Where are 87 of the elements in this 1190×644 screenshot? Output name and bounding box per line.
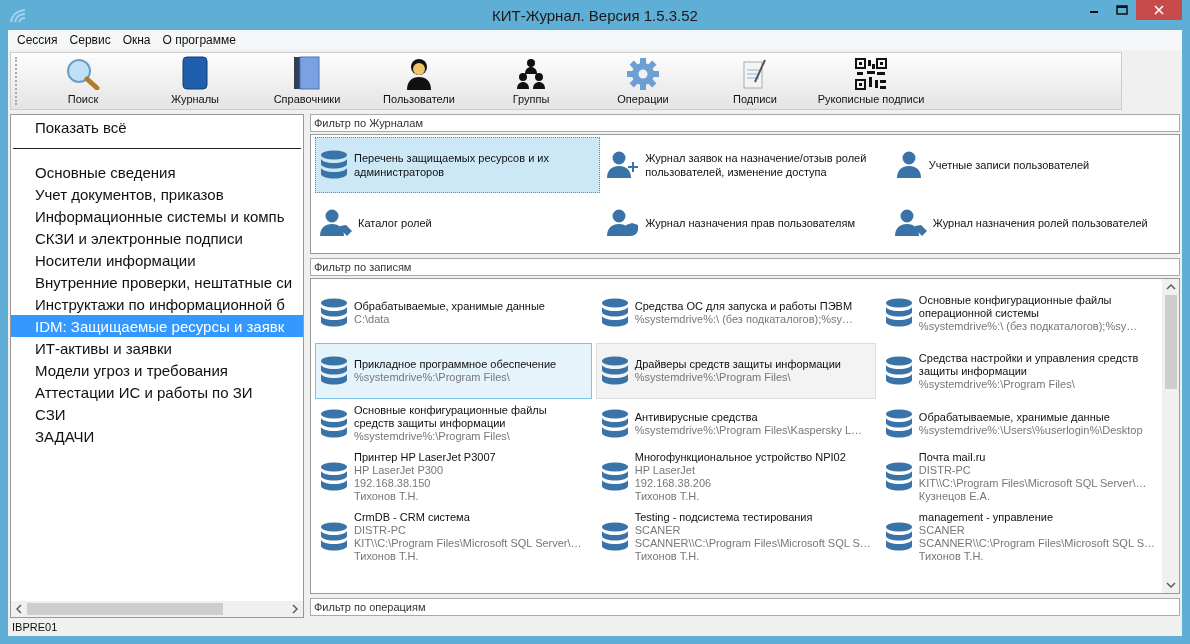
scrollbar-thumb[interactable] xyxy=(27,603,223,615)
record-item[interactable]: Testing - подсистема тестирования SCANER SCANNER\\C:\Program Files\Microsoft SQL S… Тихонов Т.Н. xyxy=(595,508,876,566)
user-tag-icon xyxy=(894,208,927,238)
section-header: Фильтр по операциям xyxy=(310,598,1180,616)
record-item[interactable]: Антивирусные средства %systemdrive%:\Program Files\Kaspersky L… xyxy=(595,401,876,446)
user-icon xyxy=(894,150,923,180)
record-item[interactable]: Обрабатываемые, хранимые данные C:\data xyxy=(315,285,592,341)
record-item[interactable]: management - управление SCANER SCANNER\\C:\Program Files\Microsoft SQL S… Тихонов Т.Н. xyxy=(879,508,1160,566)
menu-item[interactable]: Сессия xyxy=(11,33,64,47)
record-item[interactable]: Обрабатываемые, хранимые данные %systemdrive%:\Users\%userlogin%\Desktop xyxy=(879,401,1160,446)
document-pen-icon xyxy=(742,58,768,90)
toolbar-button[interactable]: Пользователи xyxy=(363,58,475,109)
database-icon xyxy=(884,462,913,492)
database-icon xyxy=(320,150,348,180)
user-tag-icon xyxy=(320,208,352,238)
scrollbar-thumb[interactable] xyxy=(1164,295,1177,389)
database-icon xyxy=(320,356,348,386)
sidebar-item[interactable]: Основные сведения xyxy=(11,161,303,183)
sidebar-item[interactable]: Инструктажи по информационной б xyxy=(11,293,303,315)
notebook-icon xyxy=(293,56,321,90)
database-icon xyxy=(320,462,348,492)
sidebar-item[interactable]: Учет документов, приказов xyxy=(11,183,303,205)
record-item[interactable]: Принтер HP LaserJet P3007 HP LaserJet P300 192.168.38.150 Тихонов Т.Н. xyxy=(315,448,592,506)
qr-code-icon xyxy=(855,58,887,90)
database-icon xyxy=(884,408,913,439)
record-item[interactable]: Средства ОС для запуска и работы ПЭВМ %systemdrive%:\ (без подкаталогов);%sy… xyxy=(595,285,876,341)
group-icon xyxy=(516,58,546,90)
menu-item[interactable]: О программе xyxy=(156,33,242,47)
user-add-icon xyxy=(607,150,640,180)
sidebar-item[interactable]: Информационные системы и компь xyxy=(11,205,303,227)
record-item[interactable]: CrmDB - CRM система DISTR-PC KIT\\C:\Program Files\Microsoft SQL Server\… Тихонов Т.Н. xyxy=(315,508,592,566)
section-header: Фильтр по Журналам xyxy=(310,114,1180,132)
record-item[interactable]: Почта mail.ru DISTR-PC KIT\\C:\Program Files\Microsoft SQL Server\… Кузнецов Е.А. xyxy=(879,448,1160,506)
toolbar-button[interactable]: Подписи xyxy=(699,58,811,109)
close-icon xyxy=(1154,5,1164,15)
database-icon xyxy=(600,408,629,439)
database-icon xyxy=(600,356,629,386)
search-icon xyxy=(66,58,100,90)
sidebar-item[interactable]: СКЗИ и электронные подписи xyxy=(11,227,303,249)
show-all-item[interactable]: Показать всё xyxy=(11,115,303,140)
section-header: Фильтр по записям xyxy=(310,258,1180,276)
status-text: IBPRE01 xyxy=(12,621,58,633)
toolbar-button[interactable]: Журналы xyxy=(139,56,251,109)
toolbar-button[interactable]: Операции xyxy=(587,58,699,109)
toolbar-button[interactable]: Рукописные подписи xyxy=(811,58,931,109)
gear-icon xyxy=(627,58,659,90)
database-icon xyxy=(320,408,348,439)
user-icon xyxy=(406,58,432,90)
sidebar-item[interactable]: Носители информации xyxy=(11,249,303,271)
sidebar-item[interactable]: СЗИ xyxy=(11,403,303,425)
database-icon xyxy=(884,522,913,552)
menu-item[interactable]: Окна xyxy=(116,33,157,47)
horizontal-scrollbar[interactable] xyxy=(11,601,303,617)
toolbar-button[interactable]: Группы xyxy=(475,58,587,109)
sidebar-item[interactable]: ИТ-активы и заявки xyxy=(11,337,303,359)
database-icon xyxy=(320,522,348,552)
maximize-icon xyxy=(1116,5,1128,15)
journal-item[interactable]: Журнал заявок на назначение/отзыв ролей пользователей, изменение доступа xyxy=(602,137,888,193)
record-item[interactable]: Основные конфигурационные файлы средств защиты информации %systemdrive%:\Program Files\ xyxy=(315,401,592,446)
sidebar-item[interactable]: Внутренние проверки, нештатные си xyxy=(11,271,303,293)
sidebar-item[interactable]: Аттестации ИС и работы по ЗИ xyxy=(11,381,303,403)
record-item[interactable]: Основные конфигурационные файлы операционной системы %systemdrive%:\ (без подкаталогов);%sy… xyxy=(879,285,1160,341)
record-item[interactable]: Средства настройки и управления средств защиты информации %systemdrive%:\Program Files\ xyxy=(879,343,1160,399)
window-title: КИТ-Журнал. Версия 1.5.3.52 xyxy=(492,6,698,24)
toolbar-button[interactable]: Справочники xyxy=(251,56,363,109)
record-item[interactable]: Прикладное программное обеспечение %systemdrive%:\Program Files\ xyxy=(315,343,592,399)
journal-item[interactable]: Каталог ролей xyxy=(315,195,601,251)
journal-item[interactable]: Журнал назначения ролей пользователей xyxy=(889,195,1175,251)
database-icon xyxy=(600,522,629,552)
database-icon xyxy=(884,356,913,386)
app-logo-icon xyxy=(10,7,28,23)
vertical-scrollbar[interactable] xyxy=(1162,279,1179,593)
journal-item[interactable]: Учетные записи пользователей xyxy=(889,137,1175,193)
database-icon xyxy=(600,298,629,328)
toolbar-button[interactable]: Поиск xyxy=(27,58,139,109)
sidebar-item[interactable]: ЗАДАЧИ xyxy=(11,425,303,447)
database-icon xyxy=(600,462,629,492)
database-icon xyxy=(884,298,913,328)
sidebar-item[interactable]: Модели угроз и требования xyxy=(11,359,303,381)
journal-item[interactable]: Перечень защищаемых ресурсов и их администраторов xyxy=(315,137,601,193)
user-shield-icon xyxy=(607,208,640,238)
menu-item[interactable]: Сервис xyxy=(63,33,117,47)
record-item[interactable]: Драйверы средств защиты информации %systemdrive%:\Program Files\ xyxy=(595,343,876,399)
record-item[interactable]: Многофункциональное устройство NPI02 HP LaserJet 192.168.38.206 Тихонов Т.Н. xyxy=(595,448,876,506)
journal-item[interactable]: Журнал назначения прав пользователям xyxy=(602,195,888,251)
book-icon xyxy=(182,56,208,90)
database-icon xyxy=(320,298,348,328)
